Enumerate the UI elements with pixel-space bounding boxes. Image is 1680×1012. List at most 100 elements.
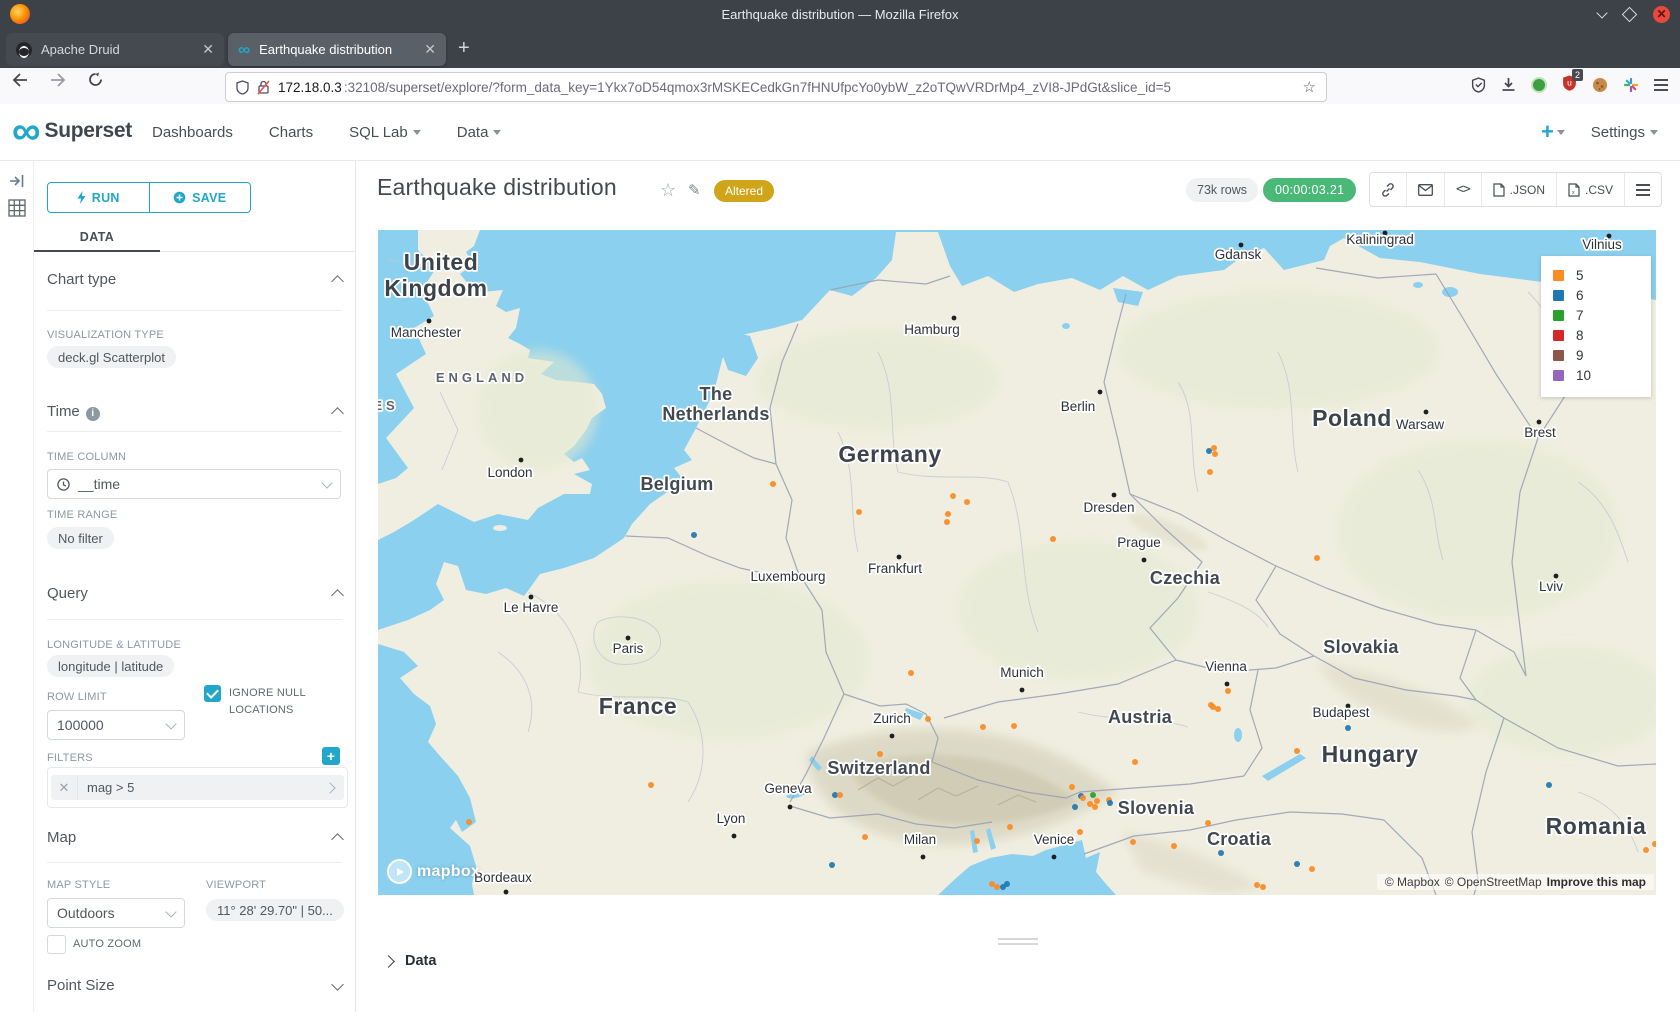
earthquake-point[interactable]: [1294, 748, 1300, 754]
earthquake-point[interactable]: [1130, 839, 1136, 845]
auto-zoom-checkbox[interactable]: [47, 935, 66, 954]
chevron-down-icon[interactable]: [331, 978, 344, 991]
email-button[interactable]: [1406, 173, 1444, 206]
earthquake-point[interactable]: [1212, 451, 1218, 457]
legend-item[interactable]: 7: [1553, 307, 1639, 324]
earthquake-point[interactable]: [1107, 800, 1113, 806]
save-button[interactable]: SAVE: [149, 183, 251, 212]
tab-earthquake-distribution[interactable]: ∞ Earthquake distribution ✕: [228, 33, 446, 66]
earthquake-point[interactable]: [1171, 843, 1177, 849]
copy-link-button[interactable]: [1370, 173, 1406, 206]
firefox-icon[interactable]: [10, 4, 30, 24]
earthquake-point[interactable]: [829, 862, 835, 868]
url-bar[interactable]: 172.18.0.3:32108/superset/explore/?form_…: [225, 72, 1327, 102]
earthquake-point[interactable]: [1254, 882, 1260, 888]
earthquake-point[interactable]: [466, 819, 472, 825]
earthquake-point[interactable]: [856, 509, 862, 515]
earthquake-point[interactable]: [1050, 536, 1056, 542]
mapbox-attribution-link[interactable]: © Mapbox: [1385, 875, 1440, 889]
embed-code-button[interactable]: <>: [1444, 173, 1481, 206]
earthquake-point[interactable]: [1260, 884, 1266, 890]
filter-chip[interactable]: ✕ mag > 5: [51, 775, 344, 800]
earthquake-point[interactable]: [980, 724, 986, 730]
protections-shield-icon[interactable]: [1471, 77, 1486, 93]
earthquake-point[interactable]: [862, 834, 868, 840]
downloads-icon[interactable]: [1501, 77, 1516, 93]
earthquake-point[interactable]: [1546, 782, 1552, 788]
earthquake-point[interactable]: [1309, 866, 1315, 872]
earthquake-point[interactable]: [1206, 448, 1212, 454]
earthquake-point[interactable]: [1007, 824, 1013, 830]
section-query[interactable]: Query: [47, 585, 342, 602]
earthquake-point[interactable]: [1208, 702, 1214, 708]
earthquake-point[interactable]: [1294, 861, 1300, 867]
earthquake-point[interactable]: [1218, 850, 1224, 856]
improve-map-link[interactable]: Improve this map: [1547, 875, 1646, 889]
settings-menu[interactable]: Settings: [1591, 124, 1658, 141]
earthquake-point[interactable]: [1207, 469, 1213, 475]
legend-item[interactable]: 6: [1553, 287, 1639, 304]
chevron-up-icon[interactable]: [331, 407, 344, 420]
new-tab-button[interactable]: +: [458, 37, 470, 60]
reload-icon[interactable]: [88, 72, 103, 87]
remove-filter-icon[interactable]: ✕: [51, 775, 78, 800]
close-window-icon[interactable]: ✕: [1653, 6, 1670, 23]
multiaccount-containers-icon[interactable]: [1623, 77, 1639, 93]
viz-type-value[interactable]: deck.gl Scatterplot: [47, 346, 176, 368]
superset-logo[interactable]: ∞ Superset: [12, 116, 132, 146]
viewport-value[interactable]: 11° 28' 29.70" | 50...: [206, 899, 344, 921]
earthquake-point[interactable]: [1011, 723, 1017, 729]
earthquake-point[interactable]: [964, 499, 970, 505]
ignore-null-checkbox[interactable]: [204, 685, 221, 702]
earthquake-point[interactable]: [1211, 445, 1217, 451]
section-time[interactable]: Timei: [47, 403, 342, 421]
earthquake-point[interactable]: [1092, 804, 1098, 810]
chevron-up-icon[interactable]: [331, 833, 344, 846]
extension-green-icon[interactable]: [1531, 77, 1547, 93]
nav-item-data[interactable]: Data: [457, 124, 502, 141]
bookmark-star-icon[interactable]: ☆: [1303, 78, 1316, 96]
earthquake-point[interactable]: [691, 532, 697, 538]
maximize-icon[interactable]: [1622, 6, 1638, 22]
earthquake-point[interactable]: [1072, 804, 1078, 810]
earthquake-point[interactable]: [1643, 847, 1649, 853]
time-range-value[interactable]: No filter: [47, 527, 114, 549]
tab-apache-druid[interactable]: Apache Druid ✕: [6, 33, 224, 66]
earthquake-point[interactable]: [1205, 820, 1211, 826]
earthquake-point[interactable]: [908, 670, 914, 676]
earthquake-point[interactable]: [648, 782, 654, 788]
section-point-size[interactable]: Point Size: [47, 977, 342, 994]
earthquake-point[interactable]: [1225, 688, 1231, 694]
legend-item[interactable]: 9: [1553, 347, 1639, 364]
earthquake-point[interactable]: [1314, 555, 1320, 561]
cookie-extension-icon[interactable]: [1592, 77, 1608, 93]
deckgl-map[interactable]: UnitedKingdomENGLANDESManchesterLondonTh…: [378, 230, 1656, 895]
earthquake-point[interactable]: [1080, 795, 1086, 801]
earthquake-point[interactable]: [1345, 725, 1351, 731]
earthquake-point[interactable]: [1004, 881, 1010, 887]
earthquake-point[interactable]: [1132, 759, 1138, 765]
favorite-star-icon[interactable]: ☆: [660, 180, 676, 201]
earthquake-point[interactable]: [1090, 792, 1096, 798]
export-json-button[interactable]: .JSON: [1481, 173, 1556, 206]
earthquake-point[interactable]: [1069, 784, 1075, 790]
tab-data[interactable]: DATA: [34, 223, 160, 251]
dataset-grid-icon[interactable]: [8, 199, 26, 217]
earthquake-point[interactable]: [944, 519, 950, 525]
browser-menu-icon[interactable]: [1654, 79, 1668, 91]
tracking-shield-icon[interactable]: [236, 80, 249, 95]
earthquake-point[interactable]: [1077, 829, 1083, 835]
edit-title-icon[interactable]: ✎: [688, 181, 701, 199]
chart-menu-button[interactable]: [1624, 173, 1661, 206]
lonlat-value[interactable]: longitude | latitude: [47, 655, 174, 677]
run-button[interactable]: RUN: [48, 183, 149, 212]
earthquake-point[interactable]: [837, 792, 843, 798]
data-results-toggle[interactable]: Data: [384, 953, 436, 969]
forward-icon[interactable]: [50, 73, 66, 87]
insecure-lock-icon[interactable]: [257, 80, 270, 95]
nav-item-sql-lab[interactable]: SQL Lab: [349, 124, 421, 141]
add-new-button[interactable]: +: [1541, 119, 1565, 145]
earthquake-point[interactable]: [1094, 798, 1100, 804]
chevron-up-icon[interactable]: [331, 589, 344, 602]
time-column-select[interactable]: __time: [47, 469, 341, 499]
